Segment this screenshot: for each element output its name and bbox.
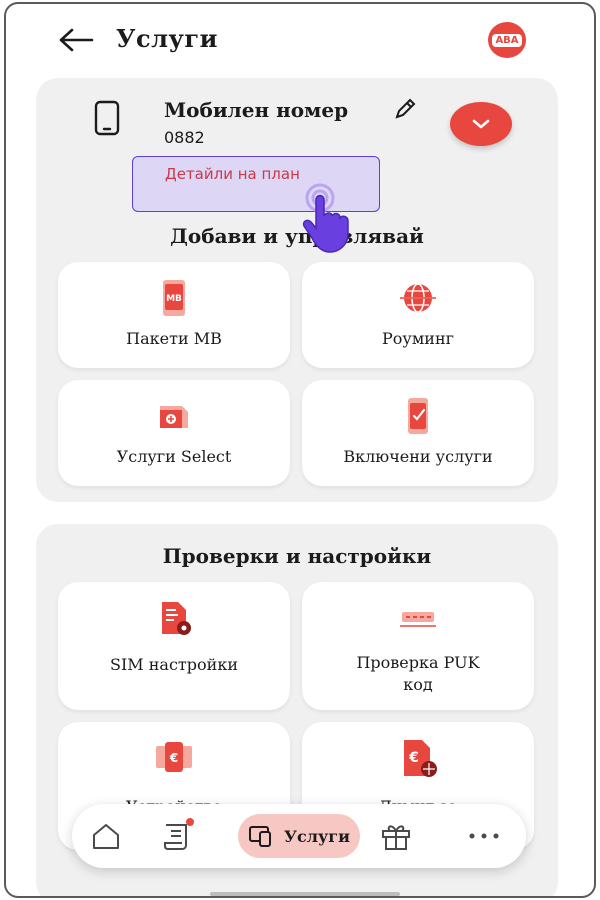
- tile-label: Пакети МВ: [126, 329, 222, 348]
- arrow-left-icon: [59, 28, 94, 52]
- notification-dot: [186, 818, 194, 826]
- select-services-icon: [160, 406, 188, 428]
- page-title: Услуги: [116, 24, 218, 53]
- tile-label: Роуминг: [382, 329, 454, 348]
- device-icon: €: [156, 742, 192, 772]
- nav-services-label: Услуги: [284, 826, 350, 846]
- svg-text:€: €: [169, 751, 178, 765]
- avatar-label: ABA: [492, 33, 522, 47]
- section-title-checks: Проверки и настройки: [162, 544, 432, 568]
- app-frame: Услуги ABA Мобилен номер 0882 Детайли на: [4, 2, 596, 898]
- svg-text:€: €: [408, 750, 419, 766]
- more-icon: [469, 833, 499, 839]
- nav-more[interactable]: [464, 816, 504, 856]
- section-title-manage: Добави и управлявай: [170, 224, 424, 248]
- nav-services[interactable]: Услуги: [238, 814, 360, 858]
- phone-icon: [94, 100, 120, 136]
- tile-select-services[interactable]: Услуги Select: [58, 380, 290, 486]
- back-button[interactable]: [56, 20, 96, 60]
- limit-icon: €: [404, 740, 437, 777]
- expand-button[interactable]: [450, 102, 512, 146]
- sim-settings-icon: [162, 602, 191, 635]
- nav-bills[interactable]: [158, 816, 198, 856]
- avatar[interactable]: ABA: [488, 22, 526, 58]
- tile-label: SIM настройки: [110, 655, 238, 674]
- mobile-number-row: Мобилен номер 0882: [36, 78, 558, 158]
- gift-icon: [382, 825, 410, 850]
- tile-label: Проверка PUK код: [356, 653, 480, 694]
- home-icon: [93, 824, 119, 849]
- chevron-down-icon: [472, 119, 490, 129]
- puk-code-icon: [400, 612, 436, 627]
- tile-label: Включени услуги: [343, 447, 493, 466]
- home-indicator: [210, 892, 400, 896]
- bottom-nav: Услуги: [72, 804, 526, 868]
- services-icon: [249, 826, 272, 847]
- tile-sim-settings[interactable]: SIM настройки: [58, 582, 290, 710]
- globe-icon: [400, 283, 436, 313]
- tile-label: Услуги Select: [116, 447, 232, 466]
- mobile-number-value: 0882: [164, 128, 205, 147]
- tile-puk-check[interactable]: Проверка PUK код: [302, 582, 534, 710]
- tile-mb-packages[interactable]: MB Пакети МВ: [58, 262, 290, 368]
- svg-text:MB: MB: [166, 294, 182, 304]
- services-card: Мобилен номер 0882 Детайли на план Добав…: [36, 78, 558, 502]
- tap-hand-icon: [302, 183, 349, 253]
- edit-icon[interactable]: [392, 96, 418, 122]
- tile-included-services[interactable]: Включени услуги: [302, 380, 534, 486]
- nav-gift[interactable]: [376, 816, 416, 856]
- mb-package-icon: MB: [163, 280, 185, 316]
- mobile-number-title: Мобилен номер: [164, 98, 349, 122]
- tile-roaming[interactable]: Роуминг: [302, 262, 534, 368]
- nav-home[interactable]: [86, 816, 126, 856]
- included-services-icon: [408, 398, 428, 434]
- header: Услуги ABA: [6, 4, 594, 76]
